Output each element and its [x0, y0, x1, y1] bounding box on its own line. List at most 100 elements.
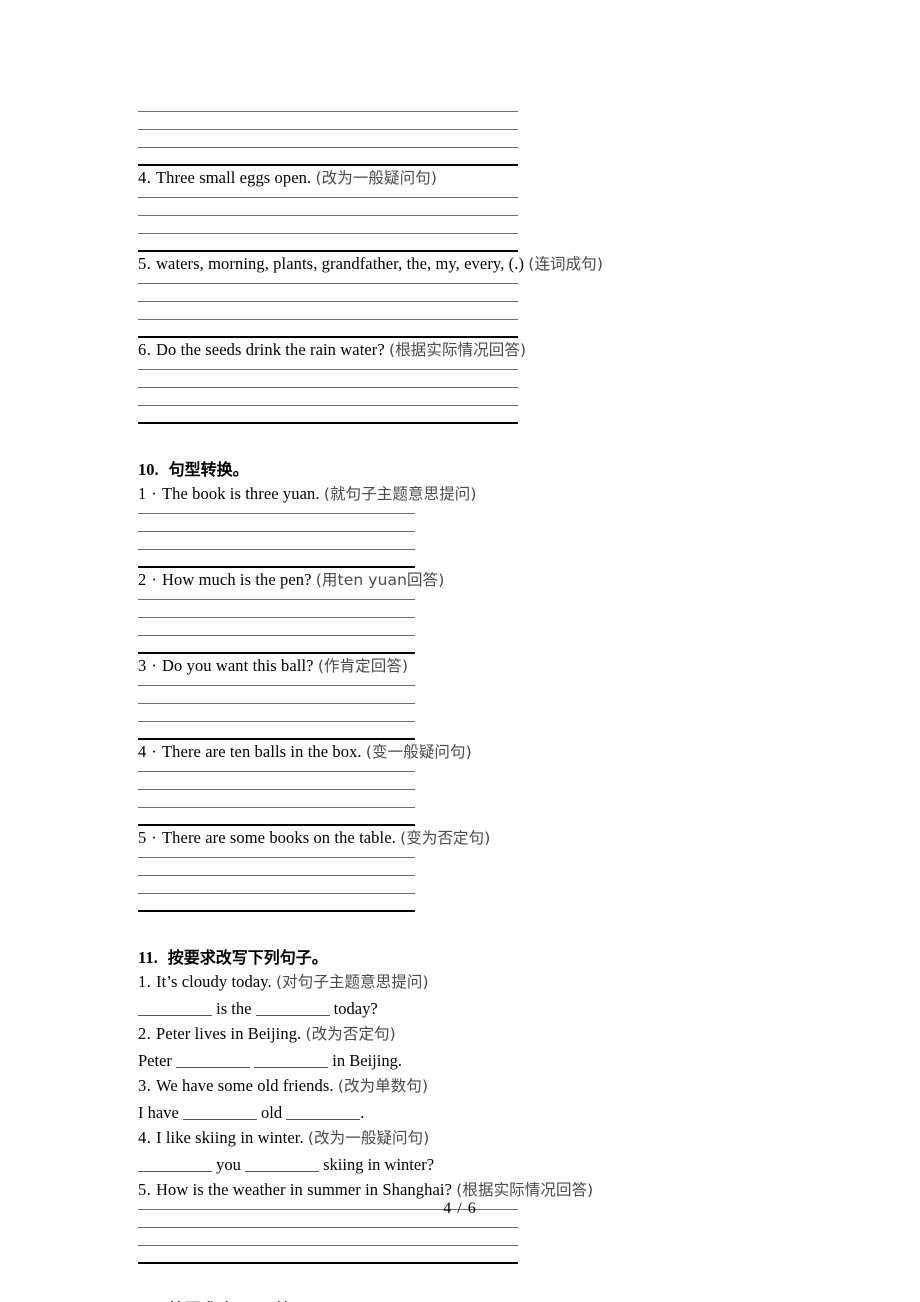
question-sentence: There are ten balls in the box.	[162, 742, 366, 761]
answer-line[interactable]	[138, 369, 518, 370]
fill-in-blank-line: you skiing in winter?	[138, 1152, 798, 1178]
blank-field[interactable]	[176, 1052, 251, 1068]
question-instruction: (根据实际情况回答)	[389, 341, 527, 359]
answer-line[interactable]	[138, 549, 415, 550]
blank-line-text: I have	[138, 1103, 183, 1122]
answer-line[interactable]	[138, 111, 518, 112]
answer-lines-group[interactable]	[138, 857, 798, 912]
section-number: 11.	[138, 948, 158, 967]
question-sentence: Do you want this ball?	[162, 656, 318, 675]
blank-line-text: today?	[329, 999, 378, 1018]
answer-lines-group[interactable]	[138, 685, 798, 740]
answer-line[interactable]	[138, 875, 415, 876]
question-instruction: (变一般疑问句)	[365, 743, 472, 761]
question-item: 3. We have some old friends. (改为单数句)	[138, 1074, 798, 1098]
answer-lines-group[interactable]	[138, 513, 798, 568]
question-sentence: Three small eggs open.	[156, 168, 316, 187]
answer-lines-group[interactable]	[138, 771, 798, 826]
question-number: 4.	[138, 168, 156, 187]
answer-line[interactable]	[138, 1245, 518, 1246]
answer-line[interactable]	[138, 807, 415, 808]
answer-line[interactable]	[138, 197, 518, 198]
question-sentence: We have some old friends.	[156, 1076, 338, 1095]
section-heading-section-12: 12.按要求改写下列句子。	[138, 1298, 798, 1302]
question-sentence: How much is the pen?	[162, 570, 316, 589]
question-item: 3 · Do you want this ball? (作肯定回答)	[138, 654, 798, 678]
blank-line-text: you	[212, 1155, 245, 1174]
answer-line[interactable]	[138, 513, 415, 514]
question-sentence: I like skiing in winter.	[156, 1128, 308, 1147]
answer-line[interactable]	[138, 129, 518, 130]
question-sentence: How is the weather in summer in Shanghai…	[156, 1180, 457, 1199]
question-number: 1.	[138, 972, 156, 991]
question-sentence: Peter lives in Beijing.	[156, 1024, 306, 1043]
answer-lines-group[interactable]	[138, 369, 798, 424]
answer-line[interactable]	[138, 599, 415, 600]
blank-field[interactable]	[138, 1000, 212, 1016]
question-item: 5. How is the weather in summer in Shang…	[138, 1178, 798, 1202]
blank-line-text: in Beijing.	[328, 1051, 402, 1070]
answer-line[interactable]	[138, 283, 518, 284]
blank-line-text: Peter	[138, 1051, 177, 1070]
answer-line[interactable]	[138, 301, 518, 302]
answer-line[interactable]	[138, 721, 415, 722]
answer-line[interactable]	[138, 1227, 518, 1228]
blank-field[interactable]	[286, 1104, 361, 1120]
question-number: 5 ·	[138, 828, 162, 847]
question-item: 5 · There are some books on the table. (…	[138, 826, 798, 850]
answer-line[interactable]	[138, 685, 415, 686]
answer-line[interactable]	[138, 215, 518, 216]
answer-lines-group[interactable]	[138, 599, 798, 654]
answer-line[interactable]	[138, 703, 415, 704]
answer-line[interactable]	[138, 635, 415, 636]
question-number: 4 ·	[138, 742, 162, 761]
page-footer: 4 / 6	[443, 1200, 477, 1217]
section-heading-section-10: 10. 句型转换。	[138, 458, 798, 482]
question-item: 4 · There are ten balls in the box. (变一般…	[138, 740, 798, 764]
answer-lines-group[interactable]	[138, 283, 798, 338]
question-number: 3.	[138, 1076, 156, 1095]
blank-field[interactable]	[254, 1052, 329, 1068]
question-instruction: (改为一般疑问句)	[315, 169, 437, 187]
sections-root: 4. Three small eggs open. (改为一般疑问句) 5. wa…	[138, 166, 798, 1302]
question-instruction: (用ten yuan回答)	[315, 571, 445, 589]
answer-line[interactable]	[138, 789, 415, 790]
fill-in-blank-line: I have old .	[138, 1100, 798, 1126]
question-number: 3 ·	[138, 656, 162, 675]
section-title: 句型转换。	[168, 460, 249, 479]
question-instruction: (改为否定句)	[305, 1025, 396, 1043]
answer-lines-group[interactable]	[138, 197, 798, 252]
question-instruction: (对句子主题意思提问)	[275, 973, 429, 991]
answer-line[interactable]	[138, 893, 415, 894]
question-sentence: It’s cloudy today.	[156, 972, 276, 991]
blank-field[interactable]	[182, 1104, 257, 1120]
blank-line-text: skiing in winter?	[319, 1155, 435, 1174]
question-item: 2. Peter lives in Beijing. (改为否定句)	[138, 1022, 798, 1046]
answer-line[interactable]	[138, 857, 415, 858]
question-number: 4.	[138, 1128, 156, 1147]
answer-line[interactable]	[138, 405, 518, 406]
answer-line[interactable]	[138, 319, 518, 320]
question-sentence: Do the seeds drink the rain water?	[156, 340, 390, 359]
answer-line[interactable]	[138, 147, 518, 148]
question-instruction: (改为一般疑问句)	[307, 1129, 430, 1147]
worksheet-content: 4. Three small eggs open. (改为一般疑问句) 5. wa…	[138, 104, 798, 1302]
question-sentence: waters, morning, plants, grandfather, th…	[156, 254, 529, 273]
blank-field[interactable]	[245, 1156, 319, 1172]
answer-line[interactable]	[138, 233, 518, 234]
blank-line-text: .	[360, 1103, 365, 1122]
blank-field[interactable]	[138, 1156, 212, 1172]
answer-line[interactable]	[138, 617, 415, 618]
answer-line[interactable]	[138, 387, 518, 388]
blank-field[interactable]	[255, 1000, 330, 1016]
answer-line[interactable]	[138, 771, 415, 772]
answer-lines-group[interactable]	[138, 111, 798, 166]
question-instruction: (作肯定回答)	[317, 657, 409, 675]
question-number: 5.	[138, 254, 156, 273]
answer-line[interactable]	[138, 531, 415, 532]
question-number: 2.	[138, 1024, 156, 1043]
question-number: 2 ·	[138, 570, 162, 589]
fill-in-blank-line: Peter in Beijing.	[138, 1048, 798, 1074]
